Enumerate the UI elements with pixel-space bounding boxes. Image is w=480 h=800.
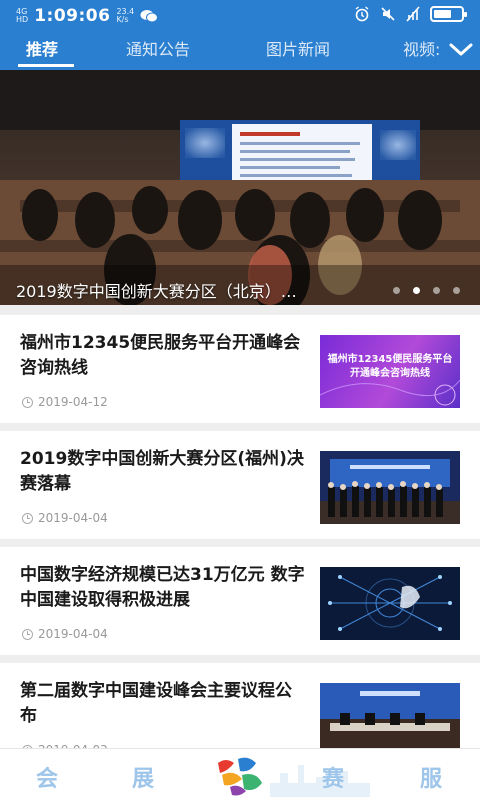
thumbnail-photo [320,451,460,524]
article-title[interactable]: 2019数字中国创新大赛分区(福州)决赛落幕 [20,447,305,497]
battery-icon [430,6,467,22]
status-time: 1:09:06 [34,6,111,26]
article-card[interactable]: 第二届数字中国建设峰会主要议程公布 2019-04-03 [0,663,480,757]
article-thumbnail[interactable] [320,451,460,524]
carousel-dot[interactable] [433,287,440,294]
date-text: 2019-04-12 [38,395,108,409]
article-date: 2019-04-04 [22,627,108,641]
clock-icon [22,628,33,640]
category-tabs: 推荐 通知公告 图片新闻 视频: [0,30,480,70]
nav-competition[interactable]: 赛 [322,761,344,793]
tab-notices[interactable]: 通知公告 [126,36,190,60]
article-thumbnail[interactable]: 福州市12345便民服务平台 开通峰会咨询热线 [320,335,460,408]
banner-carousel[interactable]: 2019数字中国创新大赛分区（北京）… [0,70,480,305]
skyline-decoration [270,765,370,797]
thumbnail-caption: 福州市12345便民服务平台 [327,354,453,365]
date-text: 2019-04-04 [38,511,108,525]
article-title[interactable]: 第二届数字中国建设峰会主要议程公布 [20,679,305,729]
thumbnail-caption: 开通峰会咨询热线 [350,368,430,379]
date-text: 2019-04-04 [38,627,108,641]
article-card[interactable]: 2019数字中国创新大赛分区(福州)决赛落幕 2019-04-04 [0,431,480,539]
tab-recommend[interactable]: 推荐 [26,36,58,60]
article-date: 2019-04-12 [22,395,108,409]
nav-conference[interactable]: 会 [36,761,58,793]
active-tab-indicator [18,64,74,67]
signal-off-icon [406,6,420,22]
network-speed: 23.4 K/s [116,8,134,24]
article-thumbnail[interactable] [320,567,460,640]
nav-exhibition[interactable]: 展 [132,761,154,793]
carousel-indicator [393,287,460,294]
carousel-dot[interactable] [453,287,460,294]
network-hd: HD [16,15,29,24]
status-bar: 4G HD 1:09:06 23.4 K/s [0,0,480,30]
chevron-down-icon [449,43,473,56]
alarm-icon [355,6,369,22]
thumbnail-photo [320,683,460,756]
article-title[interactable]: 中国数字经济规模已达31万亿元 数字中国建设取得积极进展 [20,563,305,613]
mute-icon [381,7,395,21]
article-card[interactable]: 中国数字经济规模已达31万亿元 数字中国建设取得积极进展 2019-04-04 [0,547,480,655]
article-date: 2019-04-04 [22,511,108,525]
expand-tabs-button[interactable] [442,30,480,70]
tab-video[interactable]: 视频: [403,36,440,60]
speed-unit: K/s [116,15,129,24]
article-title[interactable]: 福州市12345便民服务平台开通峰会咨询热线 [20,331,305,381]
carousel-dot-active[interactable] [413,287,420,294]
tab-photo-news[interactable]: 图片新闻 [266,36,330,60]
thumbnail-photo [320,567,460,640]
battery-fill [434,10,451,18]
nav-service[interactable]: 服 [420,761,442,793]
network-indicator: 4G HD [16,8,28,24]
app-header: 4G HD 1:09:06 23.4 K/s 推荐 通知公告 图片新闻 视频: [0,0,480,70]
clock-icon [22,396,33,408]
bottom-nav: 会 展 赛 服 [0,748,480,800]
article-thumbnail[interactable] [320,683,460,756]
clock-icon [22,512,33,524]
chat-icon [140,10,159,23]
article-card[interactable]: 福州市12345便民服务平台开通峰会咨询热线 2019-04-12 福州市123… [0,315,480,423]
banner-caption[interactable]: 2019数字中国创新大赛分区（北京）… [16,278,297,302]
digital-china-logo-icon[interactable] [212,753,268,797]
banner-image [0,70,480,305]
carousel-dot[interactable] [393,287,400,294]
